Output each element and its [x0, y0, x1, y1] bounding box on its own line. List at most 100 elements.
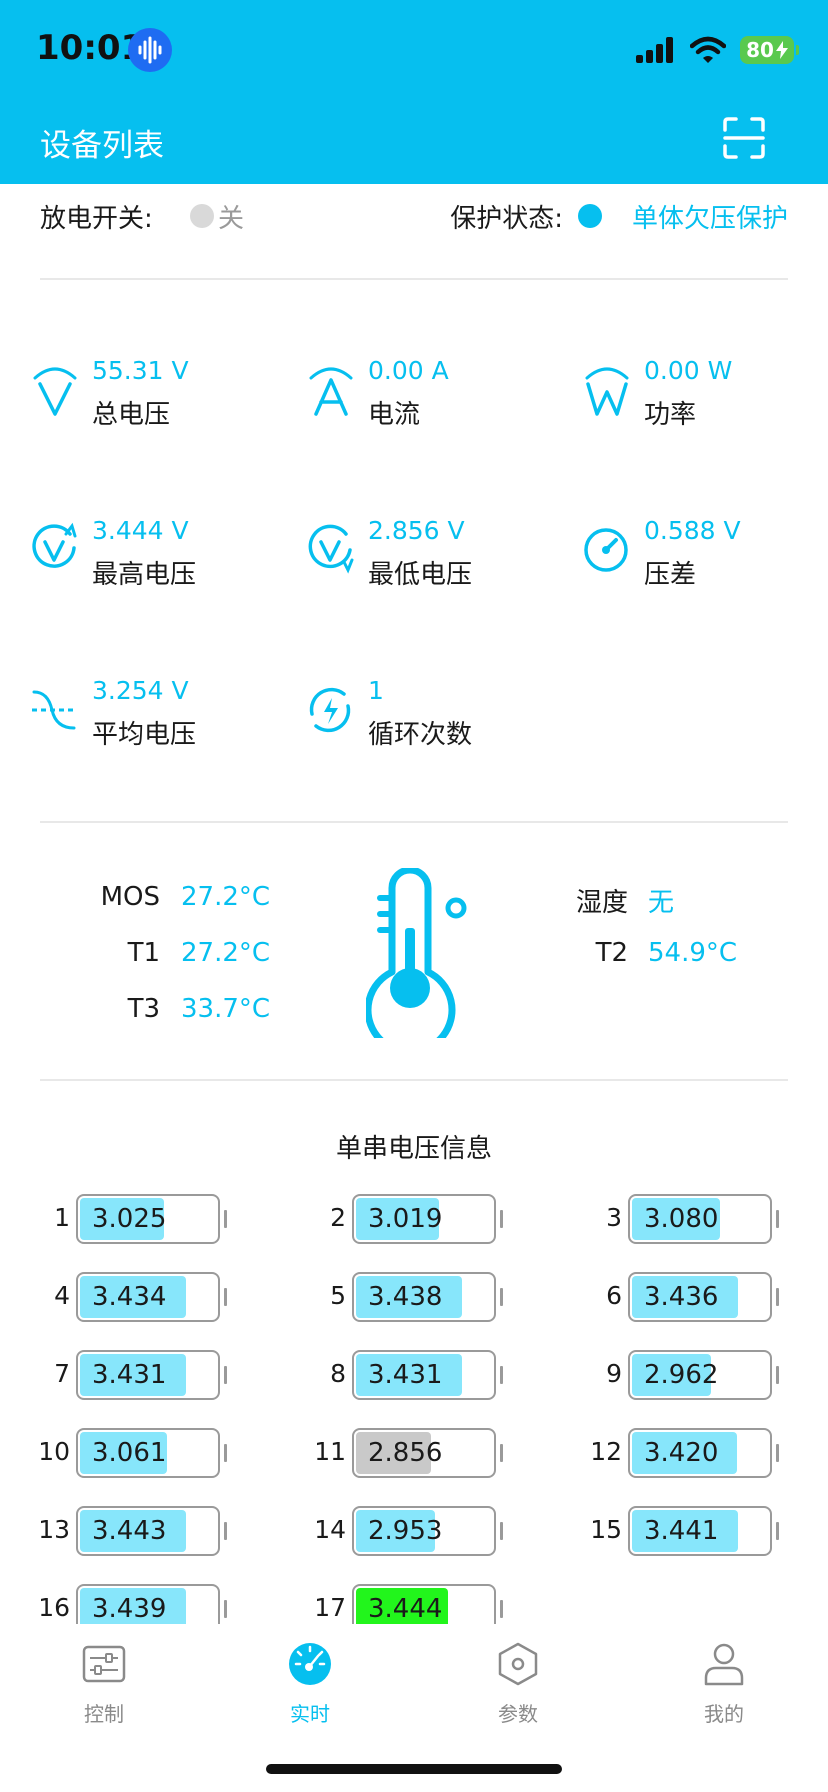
- metric-voltage-difference: 0.588 V 压差: [582, 516, 822, 596]
- cell-voltage-grid[interactable]: 1 3.025 2 3.019 3 3.080 4 3.434 5 3.438 6 3.436 7 3.4…: [0, 1190, 828, 1624]
- cell-item: 6 3.436: [552, 1268, 812, 1324]
- cell-terminal: [224, 1366, 227, 1384]
- dashboard-icon: [289, 1643, 331, 1685]
- charging-bolt-icon: [775, 41, 788, 59]
- metric-label: 总电压: [92, 400, 171, 430]
- cell-battery-bar: 3.436: [628, 1272, 772, 1322]
- tab-control[interactable]: 控制: [44, 1642, 164, 1742]
- cell-item: 1 3.025: [0, 1190, 260, 1246]
- metric-label: 最高电压: [92, 560, 197, 590]
- cell-number: 13: [38, 1515, 70, 1544]
- cell-item: 12 3.420: [552, 1424, 812, 1480]
- user-icon: [704, 1643, 744, 1686]
- cell-battery-bar: 3.025: [76, 1194, 220, 1244]
- cycle-icon: [309, 687, 351, 733]
- cell-terminal: [776, 1288, 779, 1306]
- cell-voltage-value: 3.080: [644, 1204, 719, 1234]
- cell-battery-bar: 3.431: [352, 1350, 496, 1400]
- cell-terminal: [500, 1522, 503, 1540]
- cell-voltage-value: 3.443: [92, 1516, 167, 1546]
- divider: [40, 1079, 788, 1081]
- t2-temp-value: 54.9°C: [648, 938, 738, 968]
- t1-temp-value: 27.2°C: [181, 938, 271, 968]
- metric-value: 2.856 V: [368, 516, 465, 545]
- metric-min-voltage: 2.856 V 最低电压: [306, 516, 546, 596]
- cell-item: 9 2.962: [552, 1346, 812, 1402]
- tab-parameters[interactable]: 参数: [458, 1642, 578, 1742]
- metric-label: 压差: [644, 560, 697, 590]
- cell-voltage-value: 3.019: [368, 1204, 443, 1234]
- cell-voltage-value: 3.061: [92, 1438, 167, 1468]
- cell-terminal: [776, 1210, 779, 1228]
- tab-realtime[interactable]: 实时: [250, 1642, 370, 1742]
- metric-value: 55.31 V: [92, 356, 189, 385]
- metric-value: 0.588 V: [644, 516, 741, 545]
- cell-terminal: [776, 1366, 779, 1384]
- battery-level: 80: [746, 38, 774, 62]
- cell-terminal: [500, 1444, 503, 1462]
- discharge-status-dot[interactable]: [190, 204, 214, 228]
- cell-battery-bar: 3.061: [76, 1428, 220, 1478]
- metric-value: 3.444 V: [92, 516, 189, 545]
- cell-battery-bar: 2.962: [628, 1350, 772, 1400]
- cell-battery-bar: 3.439: [76, 1584, 220, 1624]
- metric-power: 0.00 W 功率: [582, 356, 822, 436]
- cell-terminal: [776, 1444, 779, 1462]
- t1-temp-label: T1: [127, 938, 160, 968]
- voice-assistant-icon: [128, 28, 172, 72]
- humidity-label: 湿度: [575, 888, 628, 918]
- cell-item: 3 3.080: [552, 1190, 812, 1246]
- cell-terminal: [500, 1600, 503, 1618]
- cell-battery-bar: 3.431: [76, 1350, 220, 1400]
- cell-voltage-value: 2.856: [368, 1438, 443, 1468]
- cell-terminal: [500, 1288, 503, 1306]
- protection-status-dot: [578, 204, 602, 228]
- t2-temp-label: T2: [595, 938, 628, 968]
- cell-battery-bar: 2.953: [352, 1506, 496, 1556]
- metric-value: 0.00 W: [644, 356, 733, 385]
- cell-battery-bar: 3.019: [352, 1194, 496, 1244]
- cell-voltage-value: 3.444: [368, 1594, 443, 1624]
- cell-number: 2: [330, 1203, 346, 1232]
- metric-average-voltage: 3.254 V 平均电压: [30, 676, 270, 756]
- cell-battery-bar: 3.434: [76, 1272, 220, 1322]
- mos-temp-value: 27.2°C: [181, 882, 271, 912]
- cell-number: 10: [38, 1437, 70, 1466]
- cell-item: 4 3.434: [0, 1268, 260, 1324]
- settings-hex-icon: [498, 1642, 538, 1686]
- metric-value: 0.00 A: [368, 356, 449, 385]
- cell-item: 17 3.444: [276, 1580, 536, 1624]
- cell-voltage-value: 3.420: [644, 1438, 719, 1468]
- cell-battery-bar: 2.856: [352, 1428, 496, 1478]
- home-indicator: [266, 1764, 562, 1774]
- cell-voltage-value: 3.431: [368, 1360, 443, 1390]
- humidity-value: 无: [648, 888, 675, 918]
- cell-battery-bar: 3.080: [628, 1194, 772, 1244]
- cell-item: 14 2.953: [276, 1502, 536, 1558]
- cell-terminal: [224, 1444, 227, 1462]
- cell-item: 11 2.856: [276, 1424, 536, 1480]
- protection-status-label: 保护状态:: [450, 204, 563, 234]
- t3-temp-value: 33.7°C: [181, 994, 271, 1024]
- cell-item: 2 3.019: [276, 1190, 536, 1246]
- scan-icon[interactable]: [722, 116, 766, 160]
- max-voltage-icon: [32, 522, 77, 568]
- cell-battery-bar: 3.444: [352, 1584, 496, 1624]
- cell-terminal: [224, 1600, 227, 1618]
- tab-mine[interactable]: 我的: [664, 1642, 784, 1742]
- cell-terminal: [224, 1522, 227, 1540]
- cell-voltage-value: 3.441: [644, 1516, 719, 1546]
- metric-cycle-count: 1 循环次数: [306, 676, 546, 756]
- cell-battery-bar: 3.443: [76, 1506, 220, 1556]
- protection-status-value: 单体欠压保护: [631, 204, 788, 234]
- discharge-switch-value[interactable]: 关: [218, 198, 244, 235]
- metric-current: 0.00 A 电流: [306, 356, 546, 436]
- cell-battery-bar: 3.420: [628, 1428, 772, 1478]
- battery-icon: 80: [740, 36, 799, 64]
- cell-item: 16 3.439: [0, 1580, 260, 1624]
- divider: [40, 821, 788, 823]
- cell-item: 10 3.061: [0, 1424, 260, 1480]
- cell-item: 15 3.441: [552, 1502, 812, 1558]
- cell-voltage-value: 3.436: [644, 1282, 719, 1312]
- cellular-signal-icon: [636, 37, 676, 63]
